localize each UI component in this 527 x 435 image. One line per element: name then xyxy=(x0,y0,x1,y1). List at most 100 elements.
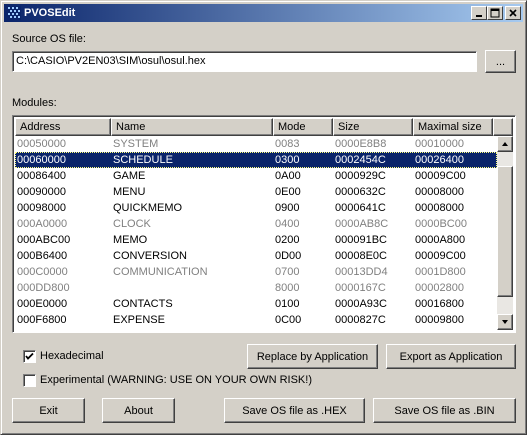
scroll-down-button[interactable] xyxy=(497,314,513,330)
save-bin-label: Save OS file as .BIN xyxy=(394,404,495,417)
modules-label: Modules: xyxy=(12,97,57,109)
cell-size: 0000A93C xyxy=(335,298,387,310)
cell-name: CONTACTS xyxy=(113,298,173,310)
cell-name: SCHEDULE xyxy=(113,154,173,166)
save-bin-button[interactable]: Save OS file as .BIN xyxy=(373,398,516,423)
maximize-button[interactable] xyxy=(487,6,503,20)
modules-list[interactable]: Address Name Mode Size Maximal size 0005… xyxy=(12,115,516,333)
replace-by-application-button[interactable]: Replace by Application xyxy=(247,344,378,369)
experimental-checkbox[interactable] xyxy=(23,374,36,387)
title-bar[interactable]: PVOSEdit xyxy=(4,4,523,22)
cell-mode: 0300 xyxy=(275,154,300,166)
column-header-name[interactable]: Name xyxy=(111,118,273,136)
about-label: About xyxy=(124,404,153,417)
source-file-field[interactable] xyxy=(12,51,477,72)
cell-mode: 0083 xyxy=(275,138,300,150)
vertical-scrollbar[interactable] xyxy=(497,136,513,330)
cell-address: 000E0000 xyxy=(17,298,68,310)
cell-address: 00060000 xyxy=(17,154,66,166)
table-row[interactable]: 000ABC00 MEMO 0200 000091BC 0000A800 xyxy=(15,232,497,248)
cell-max-size: 00008000 xyxy=(415,186,464,198)
exit-button[interactable]: Exit xyxy=(12,398,85,423)
scroll-thumb[interactable] xyxy=(497,166,513,297)
module-rows: 00050000 SYSTEM 0083 0000E8B8 00010000 0… xyxy=(15,136,497,328)
minimize-button[interactable] xyxy=(471,6,487,20)
cell-address: 000DD800 xyxy=(17,282,70,294)
cell-mode: 0900 xyxy=(275,202,300,214)
column-header-mode[interactable]: Mode xyxy=(273,118,333,136)
table-row[interactable]: 000F6800 EXPENSE 0C00 0000827C 00009800 xyxy=(15,312,497,328)
cell-size: 0002454C xyxy=(335,154,386,166)
cell-max-size: 0000A800 xyxy=(415,234,466,246)
cell-size: 000091BC xyxy=(335,234,387,246)
cell-address: 000F6800 xyxy=(17,314,67,326)
cell-max-size: 00009800 xyxy=(415,314,464,326)
cell-mode: 0100 xyxy=(275,298,300,310)
cell-mode: 0700 xyxy=(275,266,300,278)
column-header-max-size[interactable]: Maximal size xyxy=(413,118,493,136)
cell-address: 000B6400 xyxy=(17,250,68,262)
cell-mode: 0E00 xyxy=(275,186,301,198)
column-header-size[interactable]: Size xyxy=(333,118,413,136)
column-header-address[interactable]: Address xyxy=(15,118,111,136)
cell-address: 000ABC00 xyxy=(17,234,71,246)
cell-name: EXPENSE xyxy=(113,314,165,326)
close-button[interactable] xyxy=(505,6,521,20)
cell-name: GAME xyxy=(113,170,146,182)
cell-size: 00008E0C xyxy=(335,250,387,262)
browse-label: ... xyxy=(495,55,506,68)
hexadecimal-label[interactable]: Hexadecimal xyxy=(40,350,104,362)
table-row[interactable]: 00098000 QUICKMEMO 0900 0000641C 0000800… xyxy=(15,200,497,216)
column-header-filler xyxy=(493,118,513,136)
cell-address: 00086400 xyxy=(17,170,66,182)
cell-max-size: 00026400 xyxy=(415,154,464,166)
table-row[interactable]: 00086400 GAME 0A00 0000929C 00009C00 xyxy=(15,168,497,184)
cell-mode: 0C00 xyxy=(275,314,302,326)
cell-address: 00090000 xyxy=(17,186,66,198)
cell-size: 0000929C xyxy=(335,170,386,182)
cell-size: 0000641C xyxy=(335,202,386,214)
cell-max-size: 00008000 xyxy=(415,202,464,214)
table-row[interactable]: 000E0000 CONTACTS 0100 0000A93C 00016800 xyxy=(15,296,497,312)
hexadecimal-checkbox[interactable] xyxy=(23,350,36,363)
cell-size: 00013DD4 xyxy=(335,266,388,278)
cell-name: COMMUNICATION xyxy=(113,266,208,278)
cell-size: 0000AB8C xyxy=(335,218,389,230)
maximize-icon xyxy=(490,8,500,18)
app-icon xyxy=(7,6,21,20)
table-row[interactable]: 000DD800 8000 0000167C 00002800 xyxy=(15,280,497,296)
source-file-input[interactable] xyxy=(16,54,466,68)
cell-max-size: 00016800 xyxy=(415,298,464,310)
table-row[interactable]: 00060000 SCHEDULE 0300 0002454C 00026400 xyxy=(15,152,497,168)
cell-mode: 0400 xyxy=(275,218,300,230)
cell-mode: 0A00 xyxy=(275,170,301,182)
cell-max-size: 0000BC00 xyxy=(415,218,467,230)
cell-address: 00098000 xyxy=(17,202,66,214)
experimental-label[interactable]: Experimental (WARNING: USE ON YOUR OWN R… xyxy=(40,374,312,386)
minimize-icon xyxy=(476,15,482,17)
cell-address: 000A0000 xyxy=(17,218,68,230)
table-row[interactable]: 000C0000 COMMUNICATION 0700 00013DD4 000… xyxy=(15,264,497,280)
cell-name: SYSTEM xyxy=(113,138,159,150)
table-row[interactable]: 000A0000 CLOCK 0400 0000AB8C 0000BC00 xyxy=(15,216,497,232)
cell-address: 00050000 xyxy=(17,138,66,150)
close-icon xyxy=(509,9,517,17)
arrow-up-icon xyxy=(502,142,508,146)
checkmark-icon xyxy=(25,352,34,360)
about-button[interactable]: About xyxy=(102,398,175,423)
main-window: PVOSEdit Source OS file: ... Modules: Ad… xyxy=(0,0,527,435)
cell-size: 0000632C xyxy=(335,186,386,198)
table-row[interactable]: 000B6400 CONVERSION 0D00 00008E0C 00009C… xyxy=(15,248,497,264)
cell-max-size: 00002800 xyxy=(415,282,464,294)
export-as-application-button[interactable]: Export as Application xyxy=(386,344,516,369)
browse-button[interactable]: ... xyxy=(485,50,516,73)
cell-max-size: 0001D800 xyxy=(415,266,466,278)
cell-name: CLOCK xyxy=(113,218,151,230)
scroll-up-button[interactable] xyxy=(497,136,513,152)
cell-name: MENU xyxy=(113,186,146,198)
cell-mode: 8000 xyxy=(275,282,300,294)
table-row[interactable]: 00050000 SYSTEM 0083 0000E8B8 00010000 xyxy=(15,136,497,152)
save-hex-button[interactable]: Save OS file as .HEX xyxy=(224,398,365,423)
cell-size: 0000827C xyxy=(335,314,386,326)
table-row[interactable]: 00090000 MENU 0E00 0000632C 00008000 xyxy=(15,184,497,200)
